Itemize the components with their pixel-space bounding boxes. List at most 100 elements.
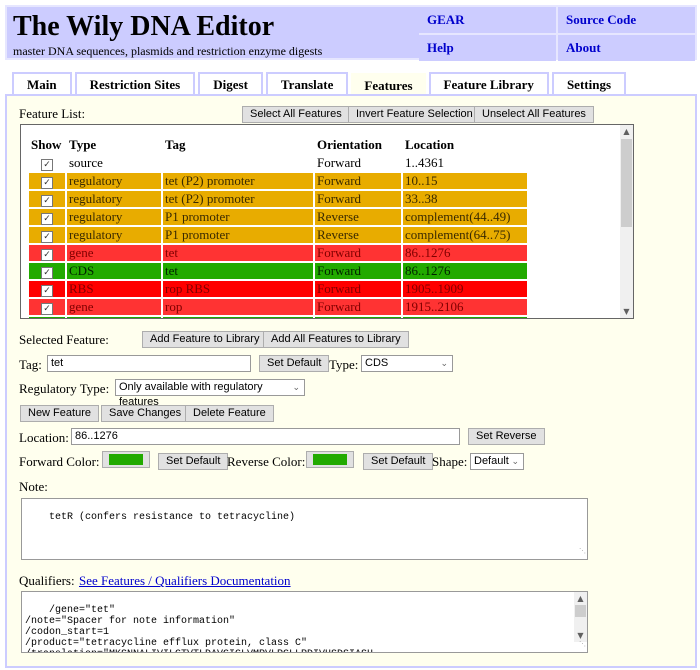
reverse-color-label: Reverse Color: <box>227 454 305 470</box>
reverse-color-picker[interactable] <box>306 451 354 468</box>
link-source-code[interactable]: Source Code <box>558 7 695 33</box>
type-cell: regulatory <box>67 227 161 243</box>
col-orientation: Orientation <box>315 137 401 153</box>
show-checkbox[interactable]: ✓ <box>41 249 53 261</box>
type-cell: CDS <box>67 317 161 319</box>
show-cell: ✓ <box>29 191 65 207</box>
qualifiers-label: Qualifiers: <box>19 573 75 589</box>
regulatory-type-select[interactable]: Only available with regulatory features … <box>115 379 305 396</box>
feature-list-scrollbar[interactable]: ▲ ▼ <box>620 125 633 318</box>
show-checkbox[interactable]: ✓ <box>41 177 53 189</box>
app-title: The Wily DNA Editor <box>13 12 413 42</box>
type-cell: RBS <box>67 281 161 297</box>
resize-grip-icon[interactable]: ⋱ <box>579 640 586 651</box>
col-tag: Tag <box>163 137 313 153</box>
location-cell: 86..1276 <box>403 263 527 279</box>
show-checkbox[interactable]: ✓ <box>41 159 53 171</box>
unselect-all-features-button[interactable]: Unselect All Features <box>474 106 594 123</box>
tag-set-default-button[interactable]: Set Default <box>259 355 329 372</box>
tab-feature-library[interactable]: Feature Library <box>429 72 549 96</box>
regulatory-type-value: Only available with regulatory features <box>119 381 263 408</box>
show-cell: ✓ <box>29 173 65 189</box>
qualifiers-documentation-link[interactable]: See Features / Qualifiers Documentation <box>79 573 291 589</box>
location-input[interactable]: 86..1276 <box>71 428 460 445</box>
scroll-up-icon[interactable]: ▲ <box>574 592 587 605</box>
shape-label: Shape: <box>432 454 467 470</box>
invert-feature-selection-button[interactable]: Invert Feature Selection <box>348 106 481 123</box>
feature-row[interactable]: ✓regulatorytet (P2) promoterForward33..3… <box>29 191 527 207</box>
feature-row[interactable]: ✓CDStetForward86..1276 <box>29 263 527 279</box>
tab-settings[interactable]: Settings <box>552 72 626 96</box>
save-changes-button[interactable]: Save Changes <box>101 405 189 422</box>
tag-input[interactable]: tet <box>47 355 251 372</box>
shape-select[interactable]: Default ⌄ <box>470 453 524 470</box>
qualifiers-text: /gene="tet" /note="Spacer for note infor… <box>25 605 373 653</box>
show-checkbox[interactable]: ✓ <box>41 303 53 315</box>
header-banner: The Wily DNA Editor master DNA sequences… <box>5 5 697 60</box>
delete-feature-button[interactable]: Delete Feature <box>185 405 274 422</box>
selected-feature-label: Selected Feature: <box>19 332 109 348</box>
link-gear[interactable]: GEAR <box>419 7 556 33</box>
qualifiers-scrollbar[interactable]: ▲ ▼ <box>574 592 587 642</box>
col-location: Location <box>403 137 527 153</box>
tab-restriction-sites[interactable]: Restriction Sites <box>75 72 196 96</box>
header-links: GEAR Source Code Help About <box>419 7 695 58</box>
feature-row[interactable]: ✓regulatoryP1 promoterReversecomplement(… <box>29 209 527 225</box>
orientation-cell: Forward <box>315 155 401 171</box>
show-cell: ✓ <box>29 317 65 319</box>
resize-grip-icon[interactable]: ⋱ <box>579 547 586 558</box>
add-feature-to-library-button[interactable]: Add Feature to Library <box>142 331 267 348</box>
show-checkbox[interactable]: ✓ <box>41 213 53 225</box>
location-cell: 10..15 <box>403 173 527 189</box>
link-help[interactable]: Help <box>419 35 556 61</box>
show-checkbox[interactable]: ✓ <box>41 195 53 207</box>
new-feature-button[interactable]: New Feature <box>20 405 99 422</box>
feature-row[interactable]: ✓CDSropForward1915..2106 <box>29 317 527 319</box>
tag-cell: rop RBS <box>163 281 313 297</box>
select-all-features-button[interactable]: Select All Features <box>242 106 350 123</box>
qualifiers-textarea[interactable]: /gene="tet" /note="Spacer for note infor… <box>21 591 588 653</box>
note-textarea[interactable]: tetR (confers resistance to tetracycline… <box>21 498 588 560</box>
type-cell: regulatory <box>67 191 161 207</box>
show-cell: ✓ <box>29 245 65 261</box>
add-all-features-to-library-button[interactable]: Add All Features to Library <box>263 331 409 348</box>
scroll-thumb[interactable] <box>621 139 632 227</box>
chevron-down-icon: ⌄ <box>292 380 300 395</box>
col-type: Type <box>67 137 161 153</box>
feature-row[interactable]: ✓generopForward1915..2106 <box>29 299 527 315</box>
tab-digest[interactable]: Digest <box>198 72 263 96</box>
reverse-color-set-default-button[interactable]: Set Default <box>363 453 433 470</box>
show-checkbox[interactable]: ✓ <box>41 285 53 297</box>
show-checkbox[interactable]: ✓ <box>41 267 53 279</box>
feature-list[interactable]: Show Type Tag Orientation Location ✓sour… <box>20 124 634 319</box>
tab-bar: Main Restriction Sites Digest Translate … <box>12 72 629 94</box>
orientation-cell: Forward <box>315 263 401 279</box>
feature-row[interactable]: ✓regulatoryP1 promoterReversecomplement(… <box>29 227 527 243</box>
link-about[interactable]: About <box>558 35 695 61</box>
orientation-cell: Forward <box>315 281 401 297</box>
forward-color-picker[interactable] <box>102 451 150 468</box>
scroll-up-icon[interactable]: ▲ <box>620 125 633 138</box>
type-cell: gene <box>67 299 161 315</box>
type-select[interactable]: CDS ⌄ <box>361 355 453 372</box>
feature-row[interactable]: ✓ RBSrop RBSForward1905..1909 <box>29 281 527 297</box>
type-cell: regulatory <box>67 209 161 225</box>
forward-color-set-default-button[interactable]: Set Default <box>158 453 228 470</box>
show-cell: ✓ <box>29 299 65 315</box>
feature-list-label: Feature List: <box>19 106 85 122</box>
scroll-down-icon[interactable]: ▼ <box>620 305 633 318</box>
feature-table: Show Type Tag Orientation Location ✓sour… <box>27 135 529 319</box>
feature-row[interactable]: ✓regulatorytet (P2) promoterForward10..1… <box>29 173 527 189</box>
feature-row[interactable]: ✓sourceForward1..4361 <box>29 155 527 171</box>
tab-translate[interactable]: Translate <box>266 72 348 96</box>
orientation-cell: Forward <box>315 317 401 319</box>
show-checkbox[interactable]: ✓ <box>41 231 53 243</box>
location-cell: 1905..1909 <box>403 281 527 297</box>
feature-row[interactable]: ✓genetetForward86..1276 <box>29 245 527 261</box>
scroll-thumb[interactable] <box>575 605 586 617</box>
type-cell: CDS <box>67 263 161 279</box>
regulatory-type-label: Regulatory Type: <box>19 381 109 397</box>
set-reverse-button[interactable]: Set Reverse <box>468 428 545 445</box>
chevron-down-icon: ⌄ <box>511 454 519 469</box>
tab-main[interactable]: Main <box>12 72 72 96</box>
